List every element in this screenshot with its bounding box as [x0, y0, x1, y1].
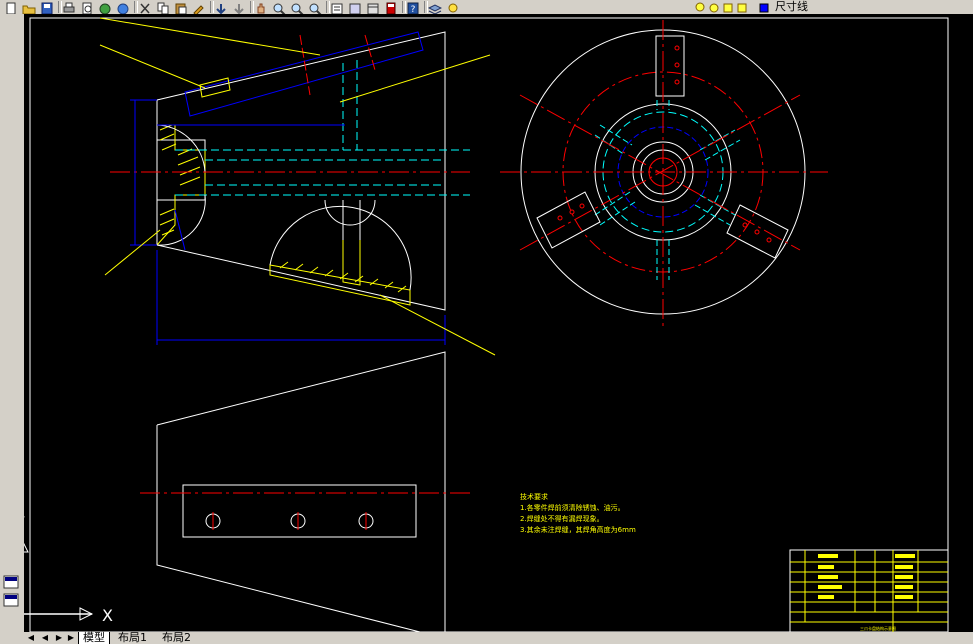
tech-note-line: 3.其余未注焊缝，其焊角高度为6mm: [520, 526, 636, 534]
prev-tab-button[interactable]: ◀: [40, 633, 50, 643]
tech-notes-title: 技术要求: [520, 493, 548, 501]
drawing-canvas[interactable]: 三爪卡盘结构示意图 Y X: [24, 14, 973, 632]
standard-toolbar: ? 尺寸线: [0, 0, 973, 15]
publish-icon[interactable]: [98, 0, 112, 14]
zoom-previous-icon[interactable]: [308, 0, 322, 14]
pan-icon[interactable]: [254, 0, 268, 14]
calculator-icon[interactable]: [384, 0, 398, 14]
title-block-drawing-name: 三爪卡盘结构示意图: [860, 625, 896, 631]
tab-layout2[interactable]: 布局2: [158, 632, 195, 644]
copy-icon[interactable]: [156, 0, 170, 14]
save-icon[interactable]: [40, 0, 54, 14]
design-center-icon[interactable]: [348, 0, 362, 14]
ucs-icon-area: [2, 574, 22, 614]
redo-icon[interactable]: [232, 0, 246, 14]
help-icon[interactable]: ?: [406, 0, 420, 14]
tab-model[interactable]: 模型: [78, 632, 110, 644]
preview-icon[interactable]: [80, 0, 94, 14]
cut-icon[interactable]: [138, 0, 152, 14]
next-tab-button[interactable]: ▶: [54, 633, 64, 643]
ucs-x-label: X: [102, 606, 113, 625]
zoom-window-icon[interactable]: [290, 0, 304, 14]
layer-state-icon[interactable]: [446, 0, 460, 13]
zoom-realtime-icon[interactable]: [272, 0, 286, 14]
layer-manager-icon[interactable]: [427, 0, 443, 14]
tab-layout1[interactable]: 布局1: [114, 632, 151, 644]
layer-dropdown[interactable]: [468, 0, 588, 13]
first-tab-button[interactable]: ◀: [26, 633, 36, 643]
last-tab-button[interactable]: ▶: [66, 633, 76, 643]
command-window-icon[interactable]: [2, 574, 22, 614]
new-icon[interactable]: [4, 0, 18, 14]
left-dock: [0, 14, 25, 644]
tool-palette-icon[interactable]: [366, 0, 380, 14]
properties-icon[interactable]: [330, 0, 344, 14]
current-layer-name[interactable]: 尺寸线: [775, 0, 808, 14]
technical-requirements: 技术要求 1.各零件焊前须清除锈蚀、油污。 2.焊缝处不得有漏焊现象。 3.其余…: [520, 492, 636, 536]
layer-controls[interactable]: [692, 0, 772, 13]
plot-icon[interactable]: [116, 0, 130, 14]
layout-tab-bar: ◀ ◀ ▶ ▶ 模型 布局1 布局2: [0, 632, 973, 644]
matchprop-icon[interactable]: [192, 0, 206, 14]
tech-note-line: 1.各零件焊前须清除锈蚀、油污。: [520, 504, 625, 512]
undo-icon[interactable]: [214, 0, 228, 14]
tech-note-line: 2.焊缝处不得有漏焊现象。: [520, 515, 604, 523]
print-icon[interactable]: [62, 0, 76, 13]
open-icon[interactable]: [22, 0, 36, 14]
paste-icon[interactable]: [174, 0, 188, 14]
